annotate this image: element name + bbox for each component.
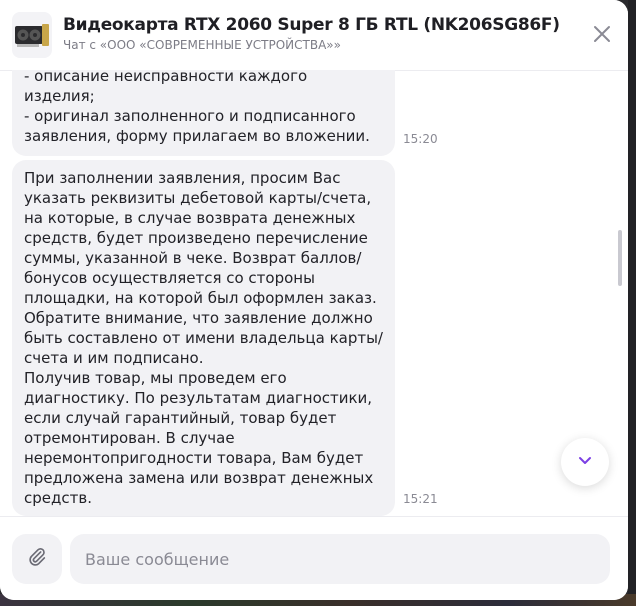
attach-button[interactable] — [12, 534, 62, 584]
message-time: 15:21 — [403, 492, 438, 506]
message-bubble: При заполнении заявления, просим Вас ука… — [12, 160, 395, 516]
message-time: 15:20 — [403, 132, 438, 146]
close-button[interactable] — [588, 22, 616, 50]
chat-title: Видеокарта RTX 2060 Super 8 ГБ RTL (NK20… — [63, 15, 560, 35]
chat-header: Видеокарта RTX 2060 Super 8 ГБ RTL (NK20… — [0, 0, 628, 71]
chat-subtitle: Чат с «ООО «СОВРЕМЕННЫЕ УСТРОЙСТВА»» — [63, 38, 341, 52]
paperclip-icon — [26, 546, 48, 572]
close-icon — [593, 25, 611, 47]
chat-window: Видеокарта RTX 2060 Super 8 ГБ RTL (NK20… — [0, 0, 628, 600]
composer — [0, 516, 628, 600]
message-bubble: - описание неисправности каждого изделия… — [12, 70, 395, 156]
background-edge — [628, 0, 636, 606]
scroll-down-button[interactable] — [561, 438, 609, 486]
scrollbar-thumb[interactable] — [618, 230, 622, 286]
message-input[interactable] — [70, 534, 610, 584]
gpu-product-thumbnail[interactable] — [12, 12, 52, 58]
message-list[interactable]: - описание неисправности каждого изделия… — [0, 70, 628, 516]
chevron-down-icon — [577, 452, 593, 472]
